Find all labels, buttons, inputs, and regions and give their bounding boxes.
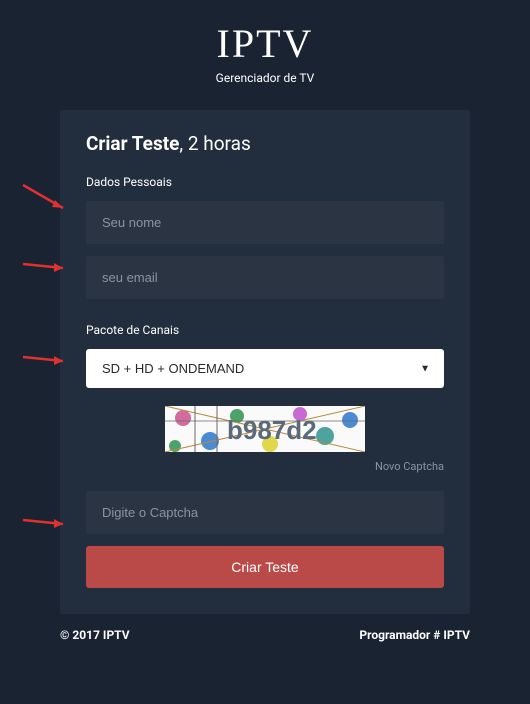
developer-text: Programador # IPTV — [359, 628, 470, 642]
page-header: IPTV Gerenciador de TV — [0, 0, 530, 95]
personal-data-label: Dados Pessoais — [86, 175, 444, 189]
captcha-input[interactable] — [86, 491, 444, 534]
captcha-image: b987d2 — [165, 406, 365, 452]
email-input[interactable] — [86, 256, 444, 299]
channels-label: Pacote de Canais — [86, 323, 444, 337]
svg-text:b987d2: b987d2 — [227, 415, 317, 445]
card-title-rest: , 2 horas — [179, 132, 250, 155]
page-footer: © 2017 IPTV Programador # IPTV — [0, 614, 530, 642]
new-captcha-link[interactable]: Novo Captcha — [86, 460, 444, 473]
copyright-text: © 2017 IPTV — [60, 628, 130, 642]
package-select-wrap: SD + HD + ONDEMAND ▼ — [86, 349, 444, 388]
package-select[interactable]: SD + HD + ONDEMAND — [86, 349, 444, 388]
name-input[interactable] — [86, 201, 444, 244]
logo: IPTV — [0, 20, 530, 67]
submit-button[interactable]: Criar Teste — [86, 546, 444, 588]
card-title: Criar Teste, 2 horas — [86, 132, 444, 155]
card-title-bold: Criar Teste — [86, 132, 179, 155]
header-subtitle: Gerenciador de TV — [0, 71, 530, 85]
form-card: Criar Teste, 2 horas Dados Pessoais Paco… — [60, 110, 470, 614]
